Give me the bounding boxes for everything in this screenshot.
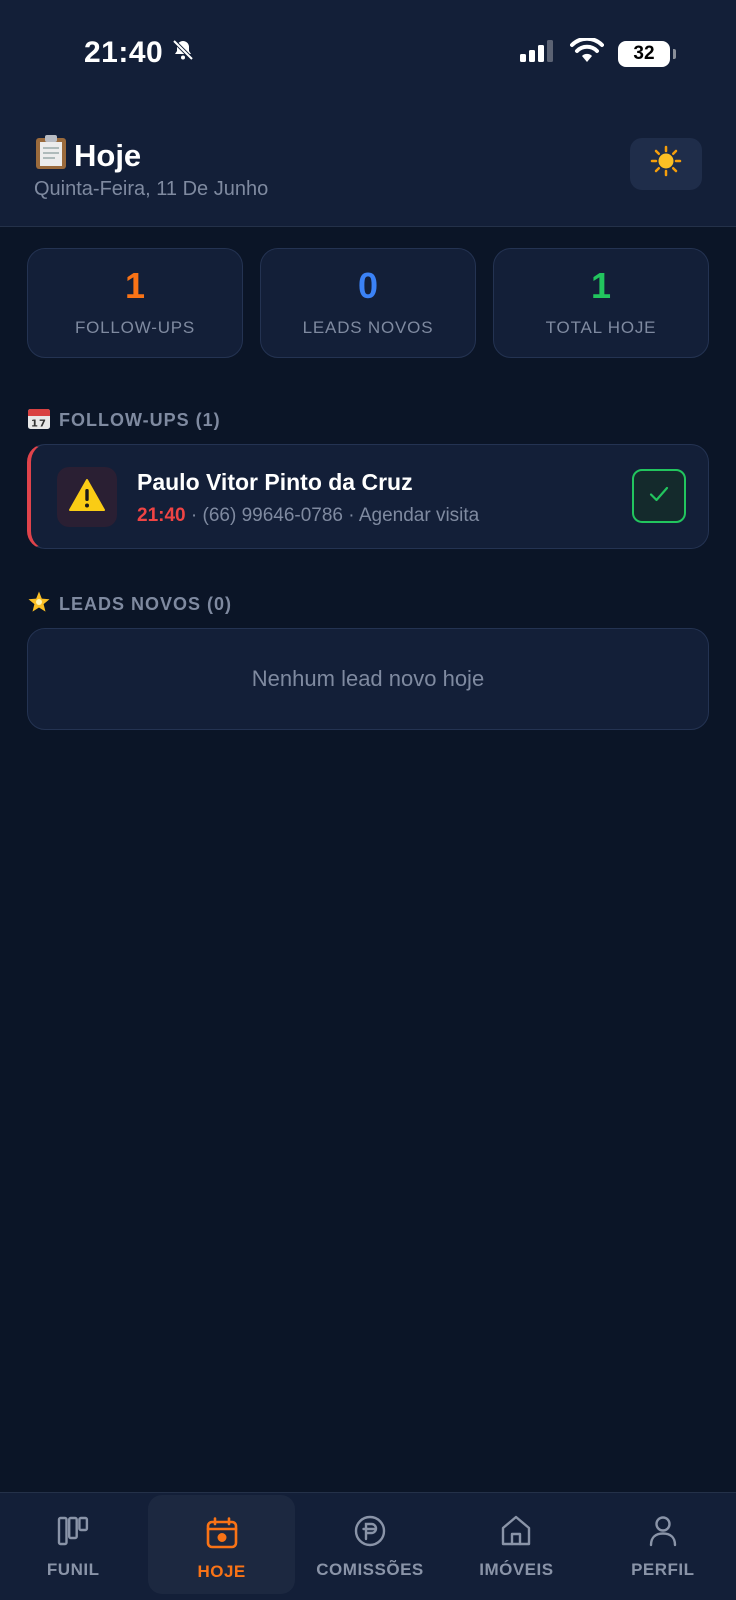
- complete-followup-button[interactable]: [632, 469, 686, 523]
- nav-item-hoje[interactable]: HOJE: [148, 1495, 295, 1594]
- page-date: Quinta-Feira, 11 De Junho: [34, 178, 269, 200]
- meta-separator: ·: [348, 505, 355, 526]
- page-title-text: Hoje: [74, 138, 142, 173]
- svg-text:17: 17: [31, 419, 47, 430]
- status-time-text: 21:40: [84, 36, 164, 69]
- followup-lead-name: Paulo Vitor Pinto da Cruz: [137, 469, 413, 495]
- sun-icon: [650, 145, 682, 184]
- stat-card-followups[interactable]: 1 FOLLOW-UPS: [27, 248, 243, 358]
- nav-label: IMÓVEIS: [479, 1560, 554, 1579]
- bottom-nav: FUNIL HOJE COMISSÕES IMÓVEIS PERFIL: [0, 1492, 736, 1600]
- checkmark-icon: [648, 481, 670, 512]
- warning-badge: [57, 467, 117, 527]
- user-icon: [645, 1513, 681, 1554]
- nav-label: PERFIL: [631, 1560, 695, 1579]
- stat-card-leads-novos[interactable]: 0 LEADS NOVOS: [260, 248, 476, 358]
- followup-phone: (66) 99646-0786: [202, 505, 344, 526]
- followup-time: 21:40: [137, 505, 186, 526]
- followups-title-text: FOLLOW-UPS (1): [59, 410, 221, 430]
- followup-meta: 21:40 · (66) 99646-0786 · Agendar visita: [137, 505, 479, 527]
- stat-value: 1: [590, 265, 612, 306]
- clipboard-icon: [34, 134, 68, 178]
- theme-toggle-button[interactable]: [630, 138, 702, 190]
- signal-icon: [520, 39, 556, 68]
- status-icons: 32: [520, 36, 676, 69]
- empty-state-text: Nenhum lead novo hoje: [251, 666, 485, 691]
- stat-value: 0: [357, 265, 379, 306]
- stats-row: 1 FOLLOW-UPS 0 LEADS NOVOS 1 TOTAL HOJE: [27, 248, 709, 358]
- stat-value: 1: [124, 265, 146, 306]
- nav-item-perfil[interactable]: PERFIL: [590, 1493, 736, 1600]
- meta-separator: ·: [190, 505, 198, 526]
- followup-action: Agendar visita: [358, 505, 480, 526]
- battery-level: 32: [633, 42, 655, 64]
- status-time: 21:40: [84, 36, 195, 70]
- wifi-icon: [570, 36, 604, 69]
- nav-item-funil[interactable]: FUNIL: [0, 1493, 146, 1600]
- page-header: Hoje Quinta-Feira, 11 De Junho: [0, 110, 736, 227]
- calendar-icon: [204, 1515, 240, 1556]
- nav-label: COMISSÕES: [316, 1560, 424, 1579]
- nav-label: FUNIL: [46, 1560, 100, 1579]
- nav-item-imoveis[interactable]: IMÓVEIS: [443, 1493, 589, 1600]
- nav-label: HOJE: [197, 1562, 246, 1581]
- stat-label: LEADS NOVOS: [302, 318, 434, 337]
- leads-title-text: LEADS NOVOS (0): [59, 594, 233, 614]
- coin-icon: [352, 1513, 388, 1554]
- stat-card-total-hoje[interactable]: 1 TOTAL HOJE: [493, 248, 709, 358]
- followup-item[interactable]: Paulo Vitor Pinto da Cruz 21:40 · (66) 9…: [27, 444, 709, 549]
- stat-label: TOTAL HOJE: [545, 318, 657, 337]
- leads-section-title: LEADS NOVOS (0): [27, 590, 232, 619]
- bell-slash-icon: [171, 36, 195, 70]
- stat-label: FOLLOW-UPS: [74, 318, 196, 337]
- page-title: Hoje: [34, 134, 141, 178]
- funnel-board-icon: [55, 1513, 91, 1554]
- nav-item-comissoes[interactable]: COMISSÕES: [297, 1493, 443, 1600]
- battery-icon: 32: [618, 40, 676, 67]
- glowing-star-icon: [27, 590, 51, 619]
- followups-section-title: 17 FOLLOW-UPS (1): [27, 406, 221, 435]
- home-icon: [498, 1513, 534, 1554]
- warning-icon: [68, 478, 106, 517]
- leads-empty-state: Nenhum lead novo hoje: [27, 628, 709, 730]
- calendar-emoji-icon: 17: [27, 406, 51, 435]
- status-bar: 21:40 32: [0, 0, 736, 110]
